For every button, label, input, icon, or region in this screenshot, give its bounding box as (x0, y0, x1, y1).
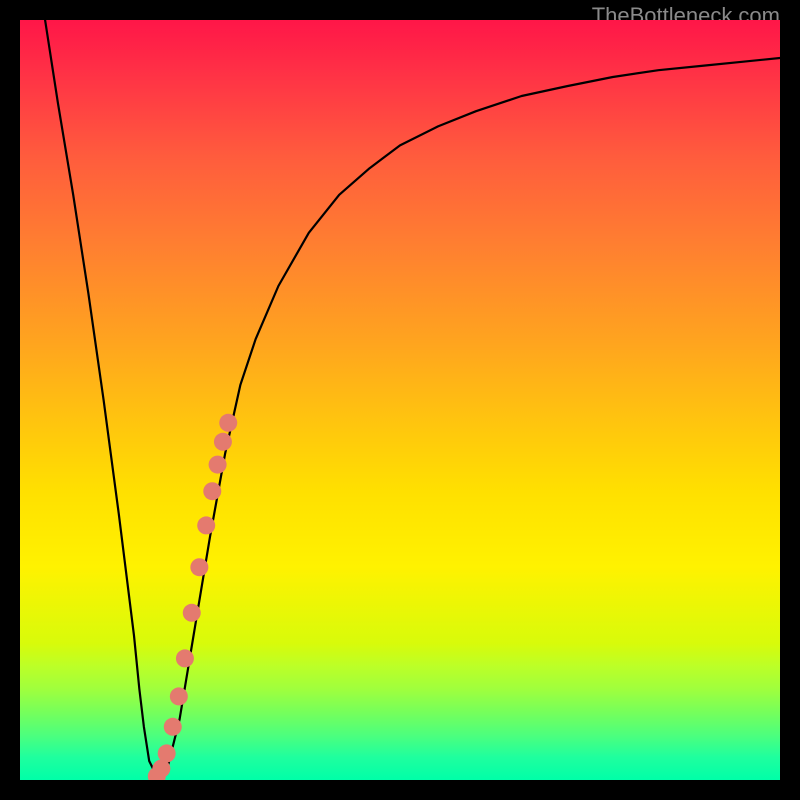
highlight-point (176, 649, 194, 667)
chart-svg (20, 20, 780, 780)
highlight-point (219, 414, 237, 432)
highlight-point (148, 767, 166, 780)
highlight-point (190, 558, 208, 576)
highlight-point (214, 433, 232, 451)
highlight-point (158, 744, 176, 762)
highlight-points-group (148, 414, 237, 780)
bottleneck-curve-line (45, 20, 780, 776)
highlight-point (170, 687, 188, 705)
highlight-point (203, 482, 221, 500)
chart-outer-frame: TheBottleneck.com (0, 0, 800, 800)
highlight-point (183, 604, 201, 622)
highlight-point (164, 718, 182, 736)
highlight-point (209, 456, 227, 474)
highlight-point (152, 760, 170, 778)
gradient-plot-area (20, 20, 780, 780)
highlight-point (197, 516, 215, 534)
